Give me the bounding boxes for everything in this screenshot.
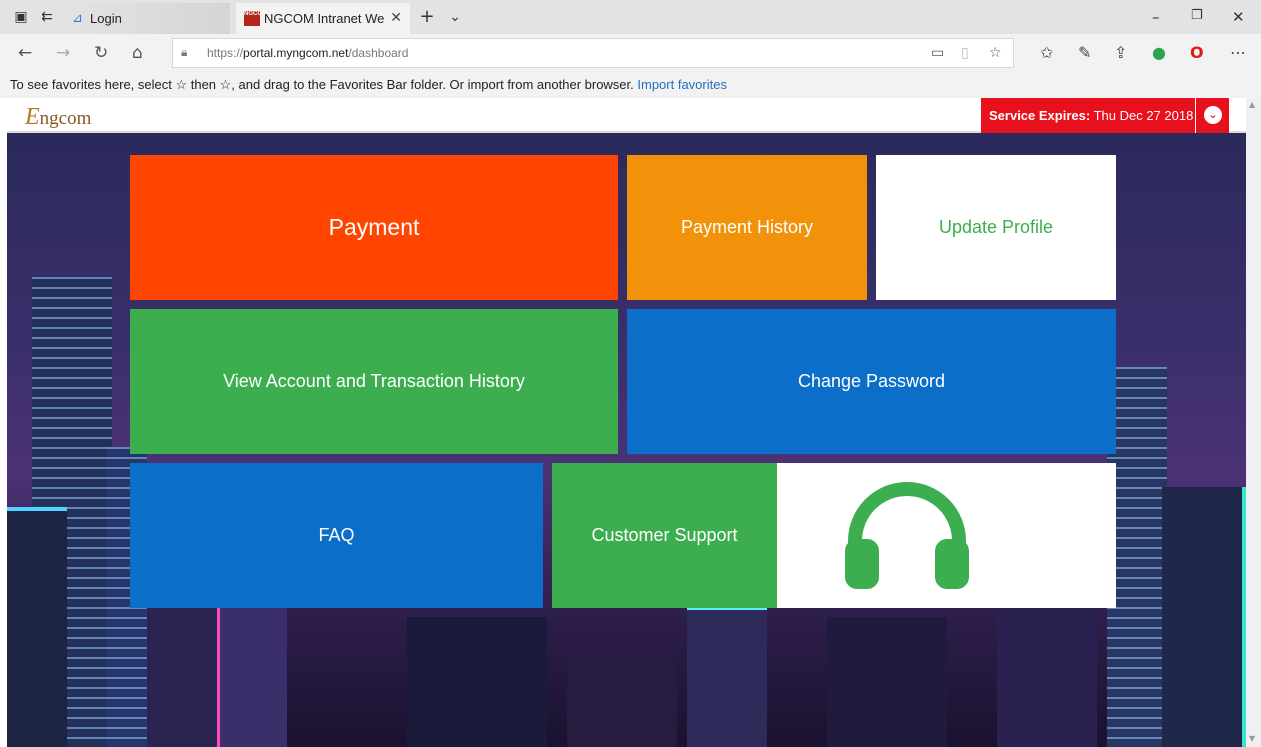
ngcom-favicon-icon: NGCOM	[244, 11, 267, 26]
address-bar[interactable]: 🔒︎ https://portal.myngcom.net/dashboard …	[172, 38, 1014, 68]
expiry-dropdown-button[interactable]: ⌄	[1195, 98, 1229, 133]
import-favorites-link[interactable]: Import favorites	[637, 77, 727, 92]
service-expiry-banner: Service Expires: Thu Dec 27 2018	[981, 98, 1197, 133]
update-profile-tile[interactable]: Update Profile	[876, 155, 1116, 300]
expiry-date: Thu Dec 27 2018	[1093, 108, 1194, 123]
page: Engcom Service Expires: Thu Dec 27 2018 …	[7, 98, 1246, 747]
scroll-up-icon[interactable]: ▲	[1249, 100, 1255, 109]
minimize-icon[interactable]: –	[1152, 8, 1160, 26]
expiry-label: Service Expires:	[989, 108, 1091, 123]
payment-tile[interactable]: Payment	[130, 155, 618, 300]
faq-tile[interactable]: FAQ	[130, 463, 543, 608]
tab-login[interactable]: ⊿ Login	[64, 3, 230, 34]
refresh-icon[interactable]: ↻	[94, 43, 108, 63]
page-scrollbar[interactable]: ▲ ▼	[1246, 98, 1261, 747]
tab-actions-icon[interactable]: ▣	[12, 8, 30, 26]
close-tab-icon[interactable]: ✕	[390, 3, 402, 34]
tab-label: Login	[90, 11, 122, 26]
payment-history-tile-label: Payment History	[680, 217, 814, 237]
customer-support-tile[interactable]: Customer Support	[552, 463, 777, 608]
tab-ngcom[interactable]: NGCOM NGCOM Intranet Web F ✕	[236, 3, 410, 34]
share-icon[interactable]: ⇪	[1114, 43, 1127, 62]
ngcom-logo[interactable]: Engcom	[25, 104, 91, 131]
account-history-tile[interactable]: View Account and Transaction History	[130, 309, 618, 454]
pen-icon[interactable]: ✎	[1078, 43, 1091, 62]
customer-support-icon-tile[interactable]	[777, 463, 1116, 608]
tab-list-chevron-icon[interactable]: ⌄	[446, 8, 464, 26]
scroll-down-icon[interactable]: ▼	[1249, 734, 1255, 743]
opera-icon[interactable]: O	[1190, 43, 1204, 62]
update-profile-tile-label: Update Profile	[938, 217, 1054, 237]
city-background: Payment Payment History Update Profile V…	[7, 133, 1246, 747]
browser-tab-bar: ▣ ⇇ ⊿ Login NGCOM NGCOM Intranet Web F ✕…	[0, 0, 1261, 34]
favorites-message: To see favorites here, select ☆ then ☆, …	[10, 77, 634, 92]
reading-view-icon[interactable]: ▭	[931, 45, 944, 61]
book-icon[interactable]: ▯	[961, 45, 969, 61]
restore-icon[interactable]: ❐	[1191, 8, 1203, 23]
url-text: https://portal.myngcom.net/dashboard	[207, 46, 409, 60]
favorites-hub-icon[interactable]: ✩	[1040, 43, 1053, 62]
change-password-tile[interactable]: Change Password	[627, 309, 1116, 454]
grammarly-icon[interactable]: ●	[1152, 43, 1166, 62]
close-window-icon[interactable]: ✕	[1232, 8, 1245, 26]
favorite-star-icon[interactable]: ☆	[989, 45, 1002, 61]
more-icon[interactable]: ⋯	[1230, 43, 1246, 62]
account-history-tile-label: View Account and Transaction History	[223, 371, 525, 391]
set-aside-tabs-icon[interactable]: ⇇	[38, 8, 56, 26]
payment-tile-label: Payment	[328, 214, 420, 240]
faq-tile-label: FAQ	[318, 525, 355, 545]
new-tab-icon[interactable]: +	[418, 8, 436, 26]
home-icon[interactable]: ⌂	[132, 43, 143, 63]
customer-support-tile-label: Customer Support	[591, 525, 738, 545]
payment-history-tile[interactable]: Payment History	[627, 155, 867, 300]
site-header: Engcom Service Expires: Thu Dec 27 2018 …	[7, 98, 1246, 133]
browser-nav-bar: ← → ↻ ⌂ 🔒︎ https://portal.myngcom.net/da…	[0, 34, 1261, 72]
lock-icon: 🔒︎	[181, 45, 188, 59]
headphones-icon	[845, 482, 969, 589]
chevron-down-icon: ⌄	[1204, 106, 1222, 124]
change-password-tile-label: Change Password	[797, 371, 946, 391]
back-icon[interactable]: ←	[18, 43, 32, 63]
forward-icon[interactable]: →	[56, 43, 70, 63]
tab-label: NGCOM Intranet Web F	[264, 11, 384, 26]
rss-icon: ⊿	[72, 11, 83, 26]
favorites-bar: To see favorites here, select ☆ then ☆, …	[0, 72, 1261, 98]
